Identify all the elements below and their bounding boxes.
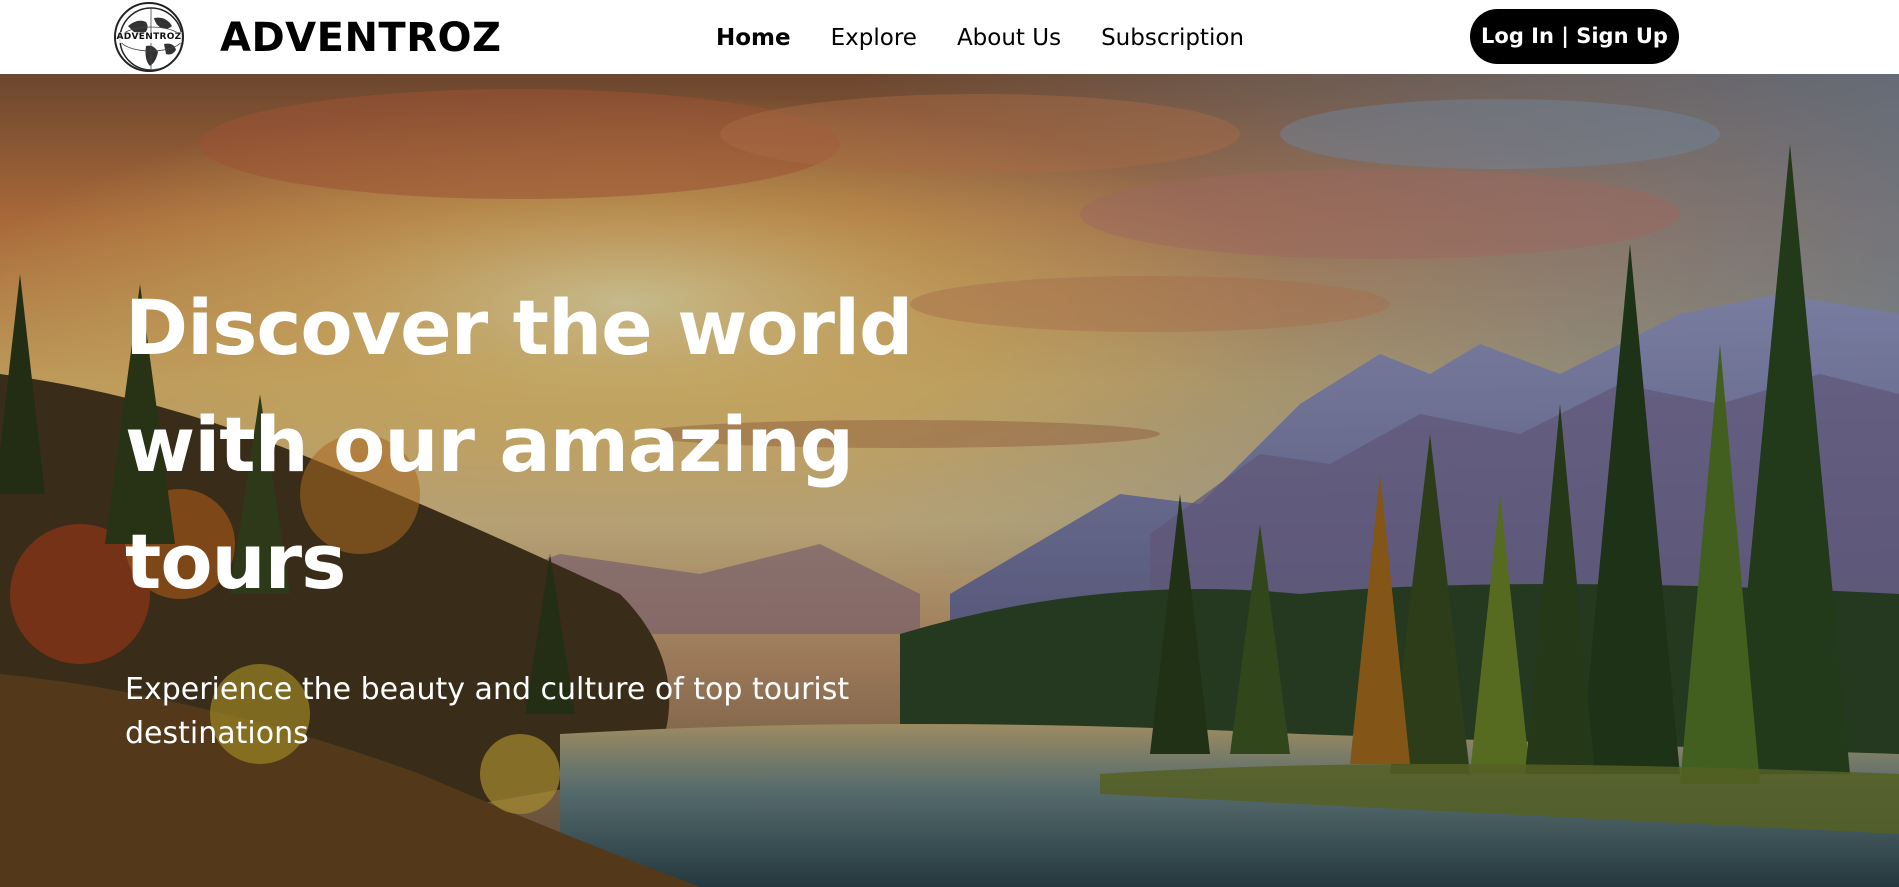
hero-section: Discover the world with our amazing tour… (0, 74, 1899, 887)
nav-link-explore[interactable]: Explore (831, 25, 917, 51)
hero-title: Discover the world with our amazing tour… (125, 283, 913, 606)
nav-link-home[interactable]: Home (716, 25, 791, 51)
nav-link-subscription[interactable]: Subscription (1101, 25, 1244, 51)
brand-logo[interactable]: ADVENTROZ (114, 2, 184, 72)
brand-name[interactable]: ADVENTROZ (220, 14, 502, 62)
login-signup-button[interactable]: Log In | Sign Up (1470, 9, 1679, 64)
top-navbar: ADVENTROZ ADVENTROZ Home Explore About U… (0, 0, 1899, 74)
main-nav: Home Explore About Us Subscription (716, 22, 1284, 54)
nav-link-about-us[interactable]: About Us (957, 25, 1061, 51)
hero-subtitle: Experience the beauty and culture of top… (125, 672, 850, 751)
logo-badge-text: ADVENTROZ (116, 32, 182, 43)
